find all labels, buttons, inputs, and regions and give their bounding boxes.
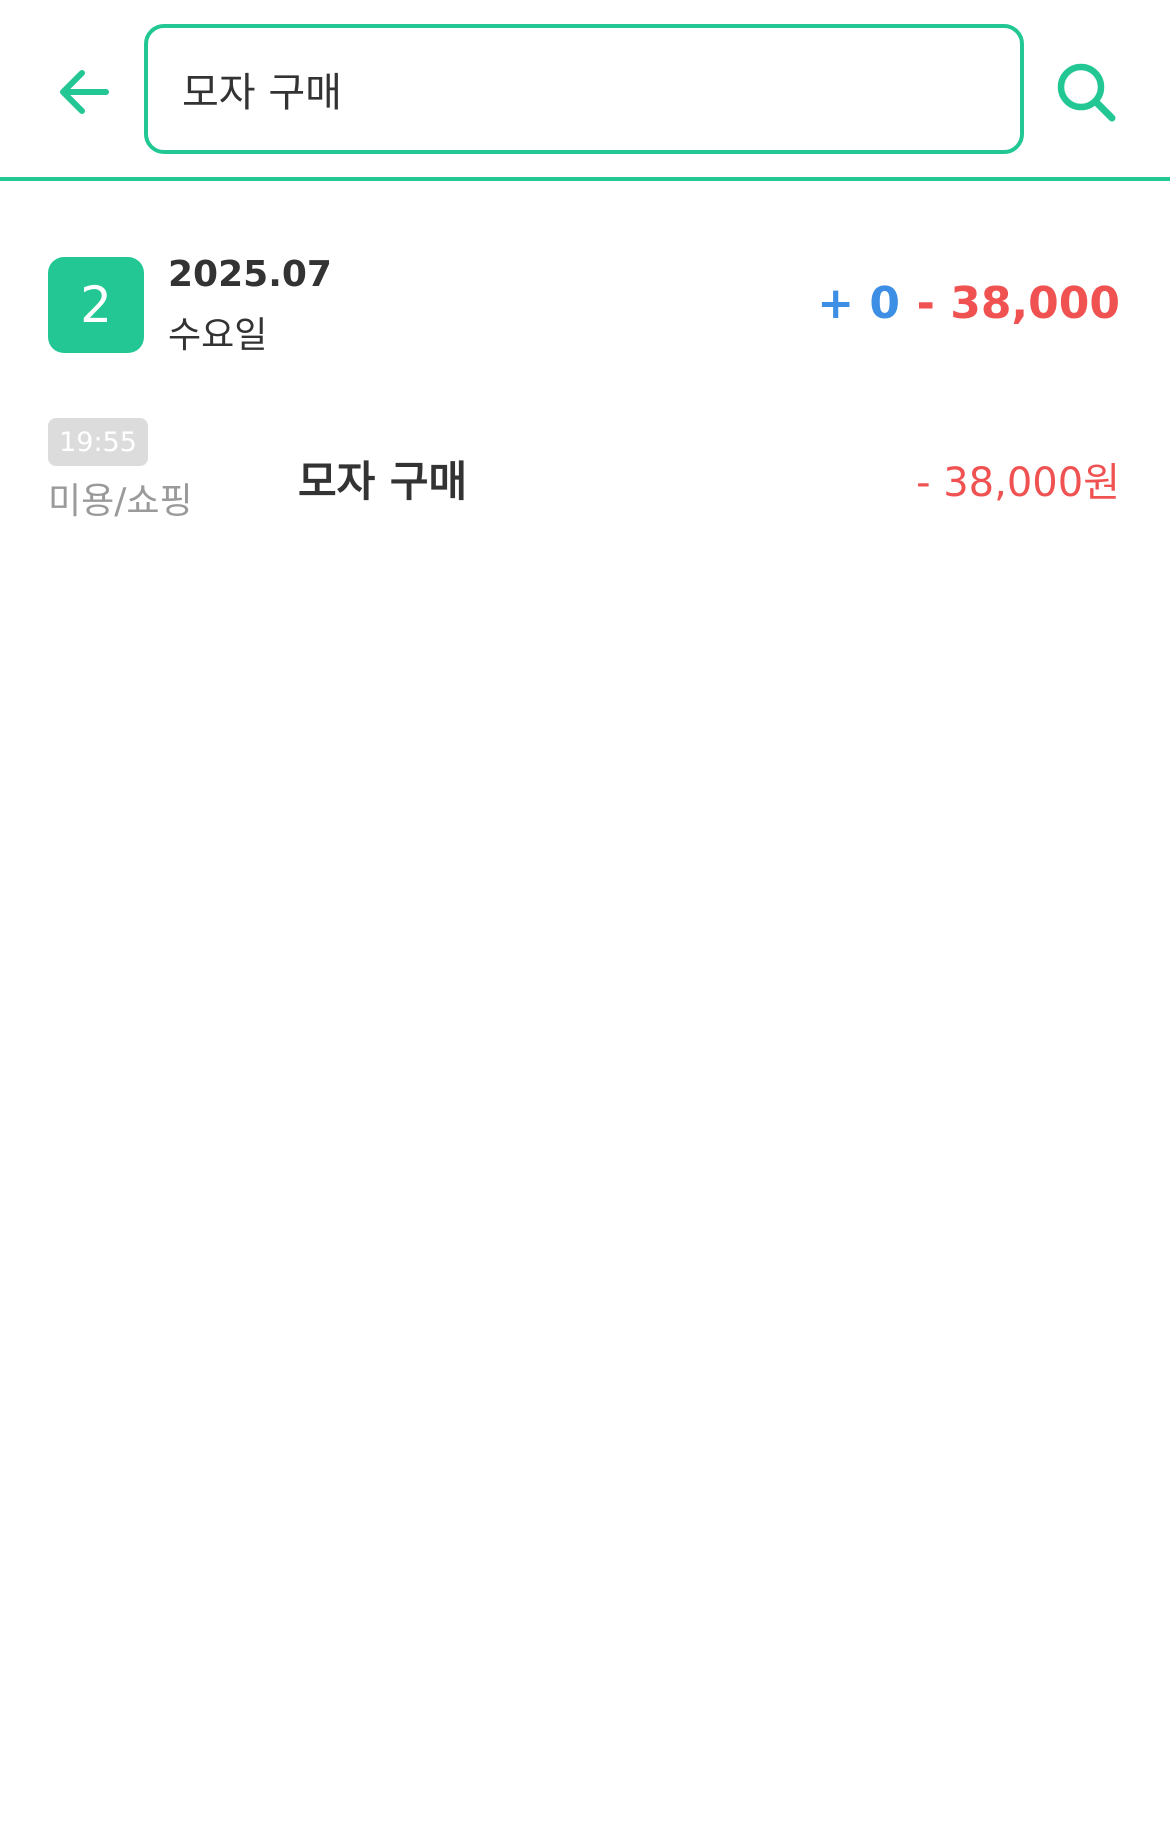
- search-icon: [1057, 63, 1116, 122]
- back-button[interactable]: [48, 56, 120, 128]
- transaction-title: 모자 구매: [298, 457, 468, 506]
- day-expense-total: - 38,000: [916, 278, 1120, 329]
- search-input[interactable]: [182, 66, 1020, 112]
- transaction-amount: - 38,000원: [916, 460, 1120, 506]
- search-results-screen: 2 2025.07 수요일 + 0 - 38,000 19:55 미용/쇼핑 모…: [0, 0, 1170, 1825]
- transaction-category: 미용/쇼핑: [48, 481, 193, 522]
- day-income-total: + 0: [817, 278, 900, 329]
- weekday-label: 수요일: [168, 315, 268, 356]
- month-label: 2025.07: [168, 254, 332, 295]
- day-badge: 2: [48, 257, 144, 353]
- search-header: [0, 0, 1170, 181]
- search-field[interactable]: [144, 24, 1024, 154]
- transaction-time: 19:55: [48, 418, 148, 466]
- transaction-item[interactable]: 19:55 미용/쇼핑 모자 구매 - 38,000원: [0, 412, 1170, 522]
- arrow-left-icon: [60, 70, 109, 114]
- day-group-header: 2 2025.07 수요일 + 0 - 38,000: [0, 250, 1170, 360]
- search-button[interactable]: [1050, 56, 1122, 128]
